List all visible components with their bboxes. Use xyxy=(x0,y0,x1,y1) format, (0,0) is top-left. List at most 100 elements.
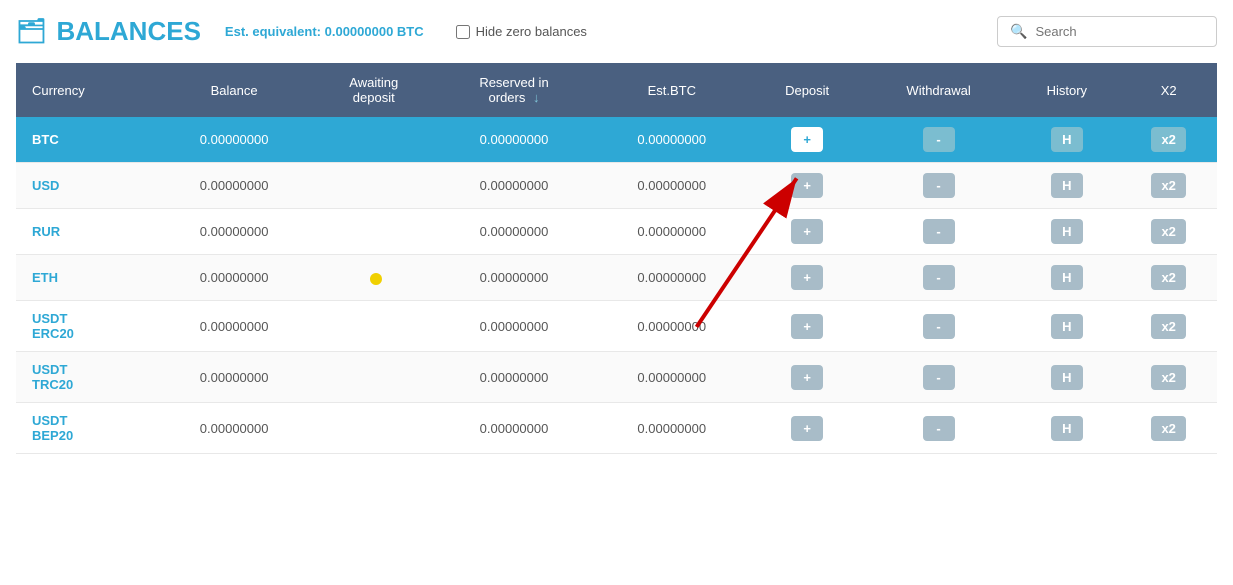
history-button[interactable]: H xyxy=(1051,219,1083,244)
cell-withdrawal: - xyxy=(864,163,1013,209)
cell-balance: 0.00000000 xyxy=(156,352,313,403)
currency-link[interactable]: USDTTRC20 xyxy=(32,362,73,392)
currency-link[interactable]: USDTERC20 xyxy=(32,311,74,341)
deposit-button[interactable]: + xyxy=(791,219,823,244)
history-button[interactable]: H xyxy=(1051,127,1083,152)
cell-x2: x2 xyxy=(1120,117,1217,163)
deposit-button[interactable]: + xyxy=(791,265,823,290)
history-button[interactable]: H xyxy=(1051,265,1083,290)
currency-link[interactable]: RUR xyxy=(32,224,60,239)
x2-button[interactable]: x2 xyxy=(1151,127,1185,152)
eth-pending-dot xyxy=(370,273,382,285)
history-button[interactable]: H xyxy=(1051,365,1083,390)
cell-currency: USDTBEP20 xyxy=(16,403,156,454)
cell-deposit: + xyxy=(750,301,864,352)
x2-button[interactable]: x2 xyxy=(1151,173,1185,198)
hide-zero-balances[interactable]: Hide zero balances xyxy=(456,24,587,39)
cell-awaiting xyxy=(313,209,435,255)
cell-currency: ETH xyxy=(16,255,156,301)
deposit-button[interactable]: + xyxy=(791,416,823,441)
cell-history: H xyxy=(1013,209,1120,255)
cell-awaiting xyxy=(313,352,435,403)
deposit-button[interactable]: + xyxy=(791,173,823,198)
deposit-button[interactable]: + xyxy=(791,127,823,152)
col-currency: Currency xyxy=(16,63,156,117)
cell-deposit: + xyxy=(750,403,864,454)
col-reserved[interactable]: Reserved inorders ↓ xyxy=(435,63,593,117)
currency-link[interactable]: USD xyxy=(32,178,59,193)
cell-balance: 0.00000000 xyxy=(156,163,313,209)
cell-reserved: 0.00000000 xyxy=(435,117,593,163)
cell-x2: x2 xyxy=(1120,352,1217,403)
history-button[interactable]: H xyxy=(1051,314,1083,339)
currency-link[interactable]: BTC xyxy=(32,132,59,147)
currency-link[interactable]: ETH xyxy=(32,270,58,285)
col-estbtc: Est.BTC xyxy=(593,63,750,117)
cell-deposit: + xyxy=(750,163,864,209)
cell-estbtc: 0.00000000 xyxy=(593,403,750,454)
cell-deposit: + xyxy=(750,255,864,301)
x2-button[interactable]: x2 xyxy=(1151,416,1185,441)
deposit-button[interactable]: + xyxy=(791,314,823,339)
cell-deposit: + xyxy=(750,209,864,255)
cell-history: H xyxy=(1013,301,1120,352)
cell-currency: BTC xyxy=(16,117,156,163)
cell-x2: x2 xyxy=(1120,209,1217,255)
cell-currency: USDTTRC20 xyxy=(16,352,156,403)
table-row: USDTTRC200.000000000.000000000.00000000+… xyxy=(16,352,1217,403)
cell-reserved: 0.00000000 xyxy=(435,403,593,454)
cell-reserved: 0.00000000 xyxy=(435,301,593,352)
cell-deposit: + xyxy=(750,352,864,403)
withdraw-button[interactable]: - xyxy=(923,416,955,441)
history-button[interactable]: H xyxy=(1051,416,1083,441)
cell-awaiting xyxy=(313,163,435,209)
withdraw-button[interactable]: - xyxy=(923,127,955,152)
deposit-button[interactable]: + xyxy=(791,365,823,390)
wallet-icon: 🗂 xyxy=(16,17,46,46)
search-box[interactable]: 🔍 xyxy=(997,16,1217,47)
cell-history: H xyxy=(1013,255,1120,301)
cell-x2: x2 xyxy=(1120,255,1217,301)
table-row: USDTERC200.000000000.000000000.00000000+… xyxy=(16,301,1217,352)
x2-button[interactable]: x2 xyxy=(1151,365,1185,390)
x2-button[interactable]: x2 xyxy=(1151,314,1185,339)
table-row: RUR0.000000000.000000000.00000000+-Hx2 xyxy=(16,209,1217,255)
table-row: USDTBEP200.000000000.000000000.00000000+… xyxy=(16,403,1217,454)
cell-reserved: 0.00000000 xyxy=(435,255,593,301)
withdraw-button[interactable]: - xyxy=(923,265,955,290)
table-row: BTC0.000000000.000000000.00000000+-Hx2 xyxy=(16,117,1217,163)
currency-link[interactable]: USDTBEP20 xyxy=(32,413,73,443)
withdraw-button[interactable]: - xyxy=(923,173,955,198)
cell-balance: 0.00000000 xyxy=(156,403,313,454)
hide-zero-checkbox[interactable] xyxy=(456,25,470,39)
col-withdrawal: Withdrawal xyxy=(864,63,1013,117)
cell-withdrawal: - xyxy=(864,403,1013,454)
balances-table: Currency Balance Awaitingdeposit Reserve… xyxy=(16,63,1217,454)
cell-reserved: 0.00000000 xyxy=(435,352,593,403)
table-body: BTC0.000000000.000000000.00000000+-Hx2US… xyxy=(16,117,1217,454)
withdraw-button[interactable]: - xyxy=(923,365,955,390)
search-input[interactable] xyxy=(1035,24,1204,39)
cell-currency: RUR xyxy=(16,209,156,255)
withdraw-button[interactable]: - xyxy=(923,314,955,339)
cell-awaiting xyxy=(313,403,435,454)
cell-history: H xyxy=(1013,352,1120,403)
cell-balance: 0.00000000 xyxy=(156,117,313,163)
cell-estbtc: 0.00000000 xyxy=(593,255,750,301)
table-row: ETH0.000000000.000000000.00000000+-Hx2 xyxy=(16,255,1217,301)
x2-button[interactable]: x2 xyxy=(1151,219,1185,244)
cell-balance: 0.00000000 xyxy=(156,255,313,301)
cell-x2: x2 xyxy=(1120,301,1217,352)
history-button[interactable]: H xyxy=(1051,173,1083,198)
cell-estbtc: 0.00000000 xyxy=(593,301,750,352)
withdraw-button[interactable]: - xyxy=(923,219,955,244)
cell-estbtc: 0.00000000 xyxy=(593,209,750,255)
col-balance: Balance xyxy=(156,63,313,117)
cell-estbtc: 0.00000000 xyxy=(593,117,750,163)
cell-deposit: + xyxy=(750,117,864,163)
cell-x2: x2 xyxy=(1120,403,1217,454)
x2-button[interactable]: x2 xyxy=(1151,265,1185,290)
cell-awaiting xyxy=(313,301,435,352)
cell-withdrawal: - xyxy=(864,352,1013,403)
table-row: USD0.000000000.000000000.00000000+-Hx2 xyxy=(16,163,1217,209)
